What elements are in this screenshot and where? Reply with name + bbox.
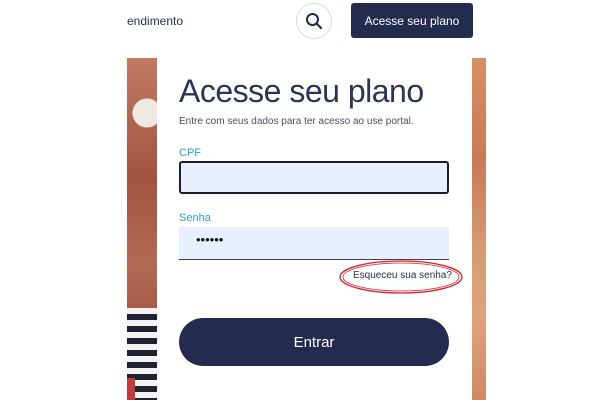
search-icon	[306, 13, 323, 30]
background-photo-left	[127, 58, 157, 400]
access-plan-button[interactable]: Acesse seu plano	[351, 3, 473, 38]
background-photo-right	[472, 58, 486, 400]
search-button[interactable]	[296, 3, 332, 39]
page-title: Acesse seu plano	[179, 73, 424, 109]
red-detail	[127, 378, 135, 400]
login-subtitle: Entre com seus dados para ter acesso ao …	[179, 116, 414, 127]
password-value: ••••••	[196, 232, 224, 247]
forgot-password-link[interactable]: Esqueceu sua senha?	[353, 270, 452, 281]
password-input[interactable]: ••••••	[179, 227, 449, 260]
enter-button[interactable]: Entrar	[179, 318, 449, 366]
cpf-label: CPF	[179, 147, 201, 159]
cpf-input[interactable]	[179, 161, 449, 194]
password-label: Senha	[179, 212, 211, 224]
nav-link-atendimento[interactable]: endimento	[127, 14, 183, 28]
